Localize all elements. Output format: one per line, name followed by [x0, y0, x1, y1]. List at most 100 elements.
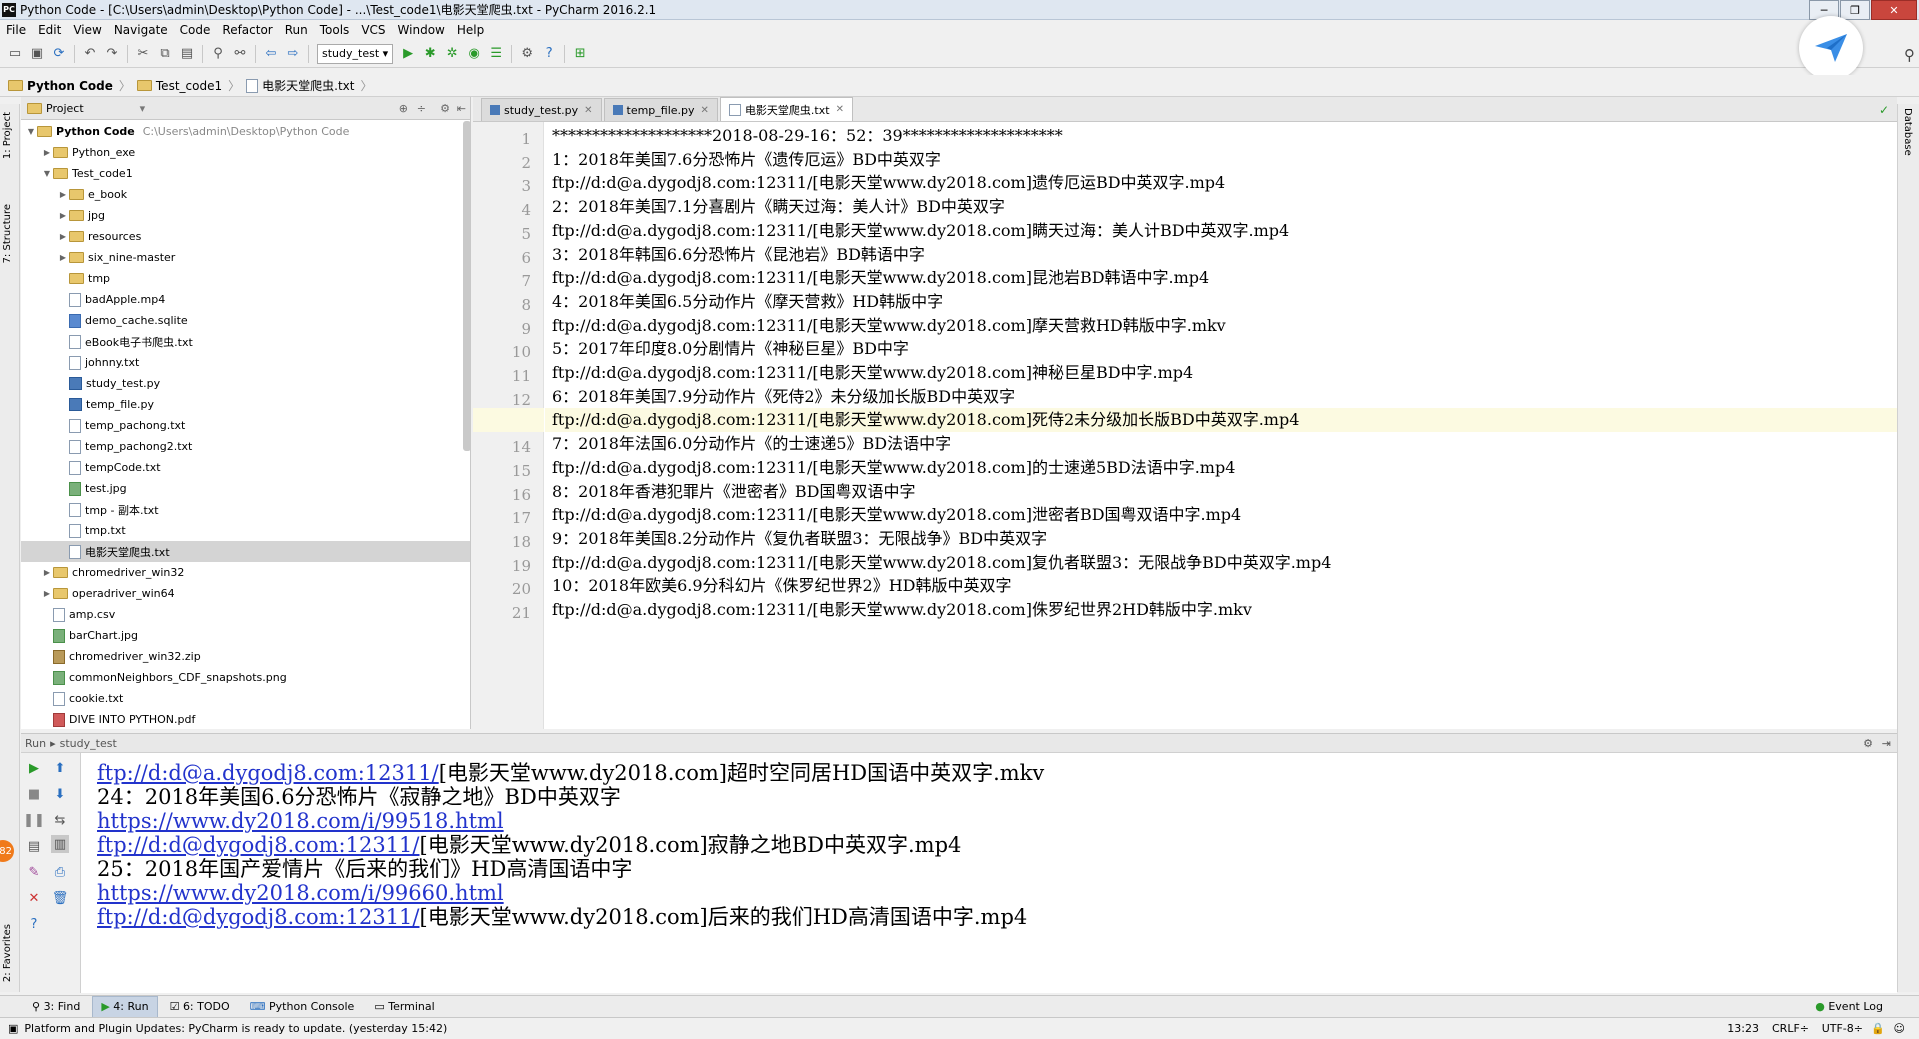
code-line[interactable]: ftp://d:d@a.dygodj8.com:12311/[电影天堂www.d… [552, 361, 1193, 385]
profile-icon[interactable]: ◉ [463, 43, 485, 65]
tab-todo[interactable]: ☑ 6: TODO [162, 997, 238, 1017]
code-line[interactable]: 3：2018年韩国6.6分恐怖片《昆池岩》BD韩语中字 [552, 243, 925, 267]
expand-arrow-icon[interactable]: ▶ [57, 232, 69, 241]
code-line[interactable]: 8：2018年香港犯罪片《泄密者》BD国粤双语中字 [552, 480, 916, 504]
code-line[interactable]: 4：2018年美国6.5分动作片《摩天营救》HD韩版中字 [552, 290, 943, 314]
print-icon[interactable]: ⎙ [51, 863, 69, 881]
tab-movie-crawler-txt[interactable]: 电影天堂爬虫.txt ✕ [719, 97, 853, 121]
tree-item[interactable]: cookie.txt [21, 688, 470, 709]
code-line[interactable]: 10：2018年欧美6.9分科幻片《侏罗纪世界2》HD韩版中英双字 [552, 574, 1012, 598]
sdk-icon[interactable]: ⊞ [569, 43, 591, 65]
breadcrumb-item[interactable]: Python Code 〉 [8, 77, 131, 94]
back-icon[interactable]: ⇦ [260, 43, 282, 65]
gear-icon[interactable]: ⚙ [440, 102, 450, 115]
sync-icon[interactable]: ⟳ [48, 43, 70, 65]
clear-all-icon[interactable]: 🗑 [51, 889, 69, 907]
expand-arrow-icon[interactable]: ▶ [41, 148, 53, 157]
inspector-icon[interactable]: ☺ [1894, 1022, 1905, 1035]
code-line[interactable]: ftp://d:d@a.dygodj8.com:12311/[电影天堂www.d… [552, 456, 1235, 480]
save-icon[interactable]: ▣ [26, 43, 48, 65]
console-link[interactable]: ftp://d:d@dygodj8.com:12311/ [97, 833, 420, 857]
concurrency-icon[interactable]: ☰ [485, 43, 507, 65]
tree-item[interactable]: chromedriver_win32.zip [21, 646, 470, 667]
expand-arrow-icon[interactable]: ▼ [41, 169, 53, 178]
menu-navigate[interactable]: Navigate [108, 23, 174, 37]
code-line[interactable]: ftp://d:d@a.dygodj8.com:12311/[电影天堂www.d… [552, 551, 1331, 575]
project-scrollbar[interactable] [463, 121, 470, 451]
tree-item[interactable]: tmp.txt [21, 520, 470, 541]
rerun-icon[interactable]: ▶ [25, 759, 43, 777]
collapse-icon[interactable]: ÷ [417, 102, 426, 115]
code-line[interactable]: ftp://d:d@a.dygodj8.com:12311/[电影天堂www.d… [552, 408, 1299, 432]
status-toggle-icon[interactable]: ▣ [8, 1022, 18, 1035]
file-encoding[interactable]: UTF-8÷ [1822, 1022, 1863, 1035]
run-config-select[interactable]: study_test ▾ [317, 43, 394, 64]
close-run-icon[interactable]: ✕ [25, 889, 43, 907]
tree-item[interactable]: temp_file.py [21, 394, 470, 415]
tree-item[interactable]: demo_cache.sqlite [21, 310, 470, 331]
tree-item[interactable]: amp.csv [21, 604, 470, 625]
favorites-tool-tab[interactable]: 2: Favorites [2, 924, 13, 982]
menu-window[interactable]: Window [392, 23, 451, 37]
scroll-up-icon[interactable]: ⬆ [51, 759, 69, 777]
code-line[interactable]: 6：2018年美国7.9分动作片《死侍2》未分级加长版BD中英双字 [552, 385, 1015, 409]
search-everywhere-icon[interactable]: ⚲ [1904, 46, 1915, 64]
tree-item[interactable]: ▶ Python_exe [21, 142, 470, 163]
breadcrumb-item[interactable]: 电影天堂爬虫.txt 〉 [246, 77, 372, 94]
tab-study-test[interactable]: study_test.py ✕ [481, 98, 602, 121]
console-link[interactable]: ftp://d:d@a.dygodj8.com:12311/ [97, 761, 439, 785]
menu-run[interactable]: Run [279, 23, 314, 37]
expand-arrow-icon[interactable]: ▶ [57, 190, 69, 199]
database-tool-tab[interactable]: Database [1902, 108, 1913, 156]
tree-item[interactable]: ▶ operadriver_win64 [21, 583, 470, 604]
tab-temp-file[interactable]: temp_file.py ✕ [603, 98, 718, 121]
tree-item[interactable]: ▶ chromedriver_win32 [21, 562, 470, 583]
sync-scroll-icon[interactable]: ⊕ [399, 102, 408, 115]
tab-run[interactable]: ▶ 4: Run [92, 995, 158, 1018]
hide-panel-icon[interactable]: ⇤ [457, 102, 466, 115]
tree-item[interactable]: tmp - 副本.txt [21, 499, 470, 520]
code-line[interactable]: ftp://d:d@a.dygodj8.com:12311/[电影天堂www.d… [552, 598, 1252, 622]
project-view-select[interactable]: Project [46, 102, 84, 115]
tree-item[interactable]: ▶ resources [21, 226, 470, 247]
stop-icon[interactable]: ■ [25, 785, 43, 803]
tree-item[interactable]: temp_pachong.txt [21, 415, 470, 436]
event-log-button[interactable]: ● Event Log [1807, 997, 1891, 1017]
restore-layout-icon[interactable]: ▤ [25, 837, 43, 855]
tree-item[interactable]: temp_pachong2.txt [21, 436, 470, 457]
tree-item[interactable]: ▶ jpg [21, 205, 470, 226]
project-tool-tab[interactable]: 1: Project [2, 112, 13, 159]
code-line[interactable]: ftp://d:d@a.dygodj8.com:12311/[电影天堂www.d… [552, 503, 1241, 527]
console-link[interactable]: ftp://d:d@dygodj8.com:12311/ [97, 905, 420, 929]
code-line[interactable]: ftp://d:d@a.dygodj8.com:12311/[电影天堂www.d… [552, 219, 1289, 243]
expand-arrow-icon[interactable]: ▶ [41, 568, 53, 577]
maximize-button[interactable]: ❐ [1840, 0, 1870, 20]
tab-python-console[interactable]: ⌨ Python Console [242, 997, 363, 1017]
tree-item[interactable]: study_test.py [21, 373, 470, 394]
tree-item[interactable]: ▶ six_nine-master [21, 247, 470, 268]
tree-item[interactable]: commonNeighbors_CDF_snapshots.png [21, 667, 470, 688]
code-line[interactable]: 5：2017年印度8.0分剧情片《神秘巨星》BD中字 [552, 337, 909, 361]
menu-tools[interactable]: Tools [314, 23, 356, 37]
menu-refactor[interactable]: Refactor [216, 23, 278, 37]
settings-icon[interactable]: ⚙ [516, 43, 538, 65]
pause-icon[interactable]: ❚❚ [23, 811, 45, 829]
menu-vcs[interactable]: VCS [355, 23, 391, 37]
menu-view[interactable]: View [67, 23, 107, 37]
open-folder-icon[interactable]: ▭ [4, 43, 26, 65]
code-line[interactable]: 2：2018年美国7.1分喜剧片《瞒天过海：美人计》BD中英双字 [552, 195, 1005, 219]
coverage-icon[interactable]: ✲ [441, 43, 463, 65]
close-tab-icon[interactable]: ✕ [584, 105, 592, 116]
bird-app-icon[interactable] [1799, 16, 1863, 80]
debug-icon[interactable]: ✱ [419, 43, 441, 65]
expand-arrow-icon[interactable]: ▶ [57, 253, 69, 262]
caret-position[interactable]: 13:23 [1727, 1022, 1759, 1035]
console-link[interactable]: https://www.dy2018.com/i/99518.html [97, 809, 504, 833]
code-line[interactable]: 7：2018年法国6.0分动作片《的士速递5》BD法语中字 [552, 432, 951, 456]
tree-item[interactable]: tempCode.txt [21, 457, 470, 478]
code-line[interactable]: ftp://d:d@a.dygodj8.com:12311/[电影天堂www.d… [552, 266, 1209, 290]
pin-icon[interactable]: ✎ [25, 863, 43, 881]
menu-file[interactable]: File [0, 23, 32, 37]
status-message[interactable]: Platform and Plugin Updates: PyCharm is … [24, 1022, 447, 1035]
redo-icon[interactable]: ↷ [101, 43, 123, 65]
